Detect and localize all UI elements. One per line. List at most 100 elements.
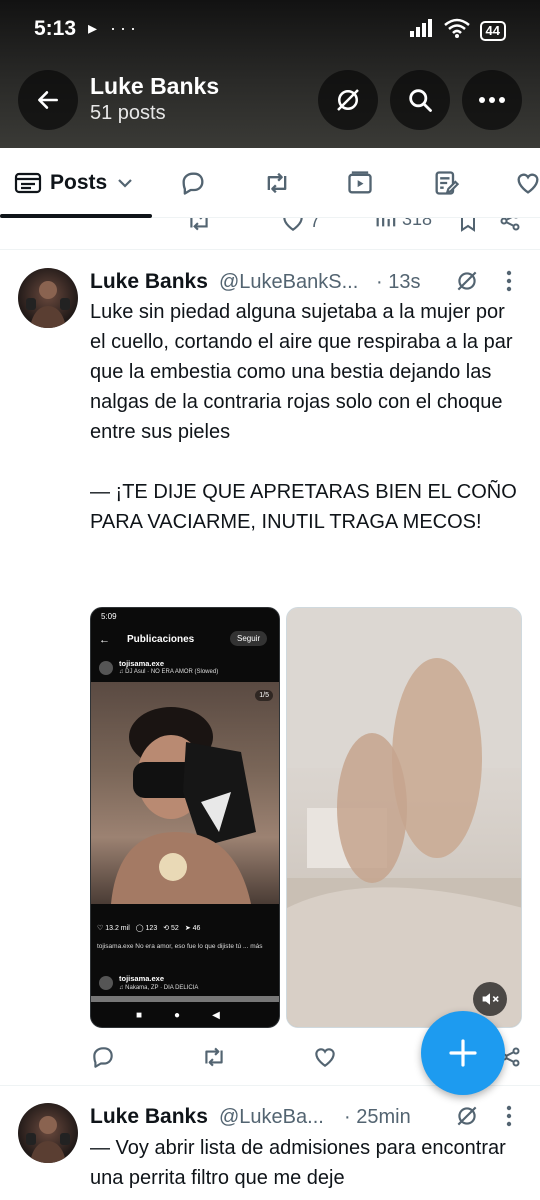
tweet-avatar[interactable]: [18, 268, 78, 328]
status-right-icons: 44: [409, 18, 506, 43]
tweet2-avatar[interactable]: [18, 1103, 78, 1163]
plus-icon: [449, 1039, 477, 1067]
more-vertical-icon: [506, 270, 512, 292]
tweet2-more-button[interactable]: [506, 1105, 512, 1127]
media-comments: ◯ 123: [135, 925, 158, 932]
more-button[interactable]: [462, 70, 522, 130]
prev-views[interactable]: 318: [374, 218, 432, 230]
profile-name: Luke Banks: [90, 73, 220, 99]
tab-posts[interactable]: Posts: [14, 148, 135, 218]
status-time: 5:13: [34, 17, 77, 40]
media-status-time: 5:09: [101, 612, 117, 621]
media-username: tojisama.exe: [119, 659, 165, 668]
avatar-photo-icon: [26, 281, 70, 328]
reply-button[interactable]: [90, 1044, 116, 1070]
back-arrow-icon: [38, 91, 58, 109]
tweet-author-name[interactable]: Luke Banks: [90, 270, 208, 294]
tweet2-text: — Voy abrir lista de admisiones para enc…: [90, 1137, 512, 1189]
heart-icon: [315, 1048, 335, 1067]
media-follow-button: Seguir: [230, 631, 268, 646]
grok-icon: [457, 1106, 477, 1126]
repost-button[interactable]: [200, 1044, 228, 1070]
tweet-author-handle[interactable]: @LukeBankS...: [219, 271, 358, 294]
media-stats: ♡ 13.2 mil ◯ 123 ⟲ 52 ➤ 46: [97, 924, 200, 932]
tweet2-author-name[interactable]: Luke Banks: [90, 1105, 208, 1129]
tab-reposts[interactable]: [262, 148, 292, 218]
media-header-title: Publicaciones: [127, 634, 195, 645]
mute-button[interactable]: [473, 982, 507, 1016]
media-likes: ♡ 13.2 mil: [97, 925, 130, 932]
tweet-media-image[interactable]: 5:09 ← Publicaciones Seguir tojisama.exe…: [90, 607, 280, 1028]
heart-icon: [283, 218, 303, 231]
posts-list-icon: [14, 172, 42, 194]
tab-replies[interactable]: [179, 148, 207, 218]
media-counter: 1/5: [255, 690, 273, 701]
video-play-icon: [348, 171, 372, 194]
tab-media[interactable]: [346, 148, 374, 218]
grok-icon: [457, 271, 477, 291]
repost-icon: [267, 172, 287, 194]
tweet-grok-button[interactable]: [454, 268, 480, 294]
grok-icon: [337, 89, 359, 111]
prev-share-button[interactable]: [498, 218, 522, 234]
media-scroll-strip: [91, 996, 279, 1002]
grok-button[interactable]: [318, 70, 378, 130]
previous-post-actions: 7 318: [0, 218, 540, 250]
views-chart-icon: [376, 218, 396, 227]
tweet2-grok-button[interactable]: [454, 1103, 480, 1129]
reply-bubble-icon: [93, 1047, 113, 1068]
signal-icon: [409, 19, 434, 42]
prev-repost-button[interactable]: [186, 218, 212, 234]
back-button[interactable]: [18, 70, 78, 130]
article-edit-icon: [435, 171, 460, 195]
tweet2-author-handle[interactable]: @LukeBa...: [219, 1106, 324, 1129]
media-user-avatar: [99, 661, 113, 675]
media-user-avatar-2: [99, 976, 113, 990]
compose-button[interactable]: [421, 1011, 505, 1095]
search-icon: [409, 89, 432, 112]
like-button[interactable]: [312, 1044, 338, 1070]
media-shares: ➤ 46: [184, 925, 201, 932]
reply-bubble-icon: [182, 172, 204, 195]
tab-posts-label: Posts: [50, 171, 108, 194]
profile-tabs: Posts: [0, 148, 540, 218]
prev-like-button[interactable]: 7: [280, 218, 320, 234]
media-username-2: tojisama.exe: [119, 974, 165, 983]
tab-likes[interactable]: [514, 148, 540, 218]
status-left-icons: ▸ ···: [88, 18, 141, 38]
repost-icon: [190, 218, 208, 231]
wifi-icon: [443, 18, 470, 43]
search-button[interactable]: [390, 70, 450, 130]
media-photo: 1/5: [91, 682, 279, 904]
prev-view-count: 318: [402, 218, 433, 229]
profile-screen: 5:13 ▸ ··· 44 Luke Banks 51 posts Posts …: [0, 0, 540, 1200]
post-count: 51 posts: [90, 102, 166, 124]
media-caption: tojisama.exe No era amor, eso fue lo que…: [97, 943, 263, 950]
media-reposts: ⟲ 52: [163, 925, 179, 932]
tweet-text: Luke sin piedad alguna sujetaba a la muj…: [90, 301, 517, 533]
profile-header: 5:13 ▸ ··· 44 Luke Banks 51 posts: [0, 0, 540, 148]
chevron-down-icon: [118, 179, 132, 188]
battery-indicator: 44: [479, 20, 506, 41]
tweet-media-video[interactable]: [286, 607, 522, 1028]
prev-bookmark-button[interactable]: [456, 218, 480, 234]
avatar-photo-icon: [26, 1116, 70, 1163]
bookmark-icon: [461, 218, 475, 232]
share-icon: [500, 218, 520, 231]
selfie-photo-icon: [111, 707, 256, 904]
repost-icon: [205, 1047, 223, 1067]
status-bar: 5:13 ▸ ··· 44: [0, 0, 540, 58]
tweet2-timestamp: · 25min: [344, 1106, 411, 1128]
heart-icon: [517, 173, 539, 194]
video-frame-icon: [287, 608, 521, 1027]
tweet-more-button[interactable]: [506, 270, 512, 292]
media-back-arrow-icon: ←: [99, 634, 110, 646]
tweet-timestamp: · 13s: [376, 271, 421, 293]
muted-speaker-icon: [482, 993, 499, 1005]
prev-like-count: 7: [310, 218, 321, 231]
tab-articles[interactable]: [432, 148, 460, 218]
media-nav-bar: ■●◀: [136, 1010, 252, 1021]
more-dots-icon: [479, 97, 505, 103]
more-vertical-icon: [506, 1105, 512, 1127]
media-song: ♫ DJ Asul · NO ERA AMOR (Slowed): [119, 669, 219, 675]
